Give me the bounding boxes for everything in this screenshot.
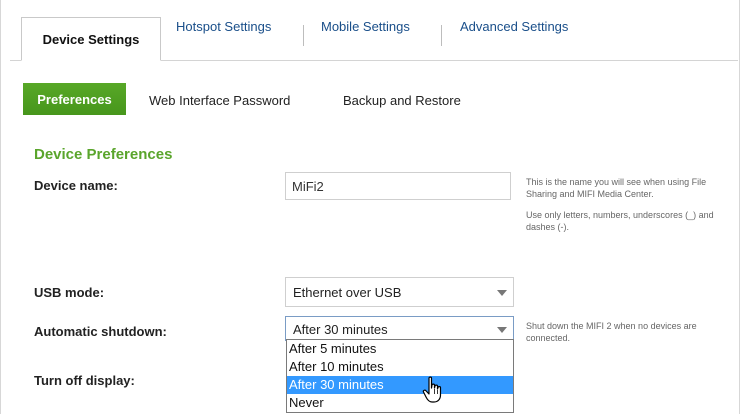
turn-off-display-label: Turn off display: <box>34 373 135 388</box>
automatic-shutdown-select[interactable]: After 30 minutes <box>285 316 514 341</box>
tab-advanced-settings[interactable]: Advanced Settings <box>460 19 568 34</box>
chevron-down-icon <box>497 327 507 333</box>
usb-mode-label: USB mode: <box>34 285 105 300</box>
subnav-web-interface-password[interactable]: Web Interface Password <box>149 93 290 108</box>
hand-pointer-icon <box>422 376 442 403</box>
automatic-shutdown-label: Automatic shutdown: <box>34 324 167 339</box>
dropdown-option[interactable]: After 5 minutes <box>287 340 513 358</box>
top-tab-bar: Device Settings Hotspot Settings Mobile … <box>10 0 738 61</box>
dropdown-option-highlighted[interactable]: After 30 minutes <box>287 376 513 394</box>
usb-mode-value: Ethernet over USB <box>293 285 402 300</box>
dropdown-option[interactable]: After 10 minutes <box>287 358 513 376</box>
tab-separator <box>303 25 304 46</box>
chevron-down-icon <box>497 290 507 296</box>
tab-mobile-settings[interactable]: Mobile Settings <box>321 19 410 34</box>
tab-separator <box>441 25 442 46</box>
automatic-shutdown-help: Shut down the MIFI 2 when no devices are… <box>526 321 697 343</box>
automatic-shutdown-value: After 30 minutes <box>293 322 388 337</box>
subnav-preferences[interactable]: Preferences <box>23 83 126 115</box>
tab-hotspot-settings[interactable]: Hotspot Settings <box>176 19 271 34</box>
device-name-rules-help: Use only letters, numbers, underscores (… <box>526 210 714 232</box>
device-name-help: This is the name you will see when using… <box>526 177 707 199</box>
section-title: Device Preferences <box>34 146 173 163</box>
dropdown-option[interactable]: Never <box>287 394 513 412</box>
usb-mode-select[interactable]: Ethernet over USB <box>285 277 514 307</box>
device-name-label: Device name: <box>34 178 118 193</box>
device-name-input[interactable]: MiFi2 <box>285 172 511 200</box>
automatic-shutdown-dropdown[interactable]: After 5 minutes After 10 minutes After 3… <box>286 339 514 413</box>
tab-device-settings[interactable]: Device Settings <box>21 17 161 61</box>
subnav-backup-and-restore[interactable]: Backup and Restore <box>343 93 461 108</box>
settings-panel: Device Settings Hotspot Settings Mobile … <box>0 0 740 414</box>
